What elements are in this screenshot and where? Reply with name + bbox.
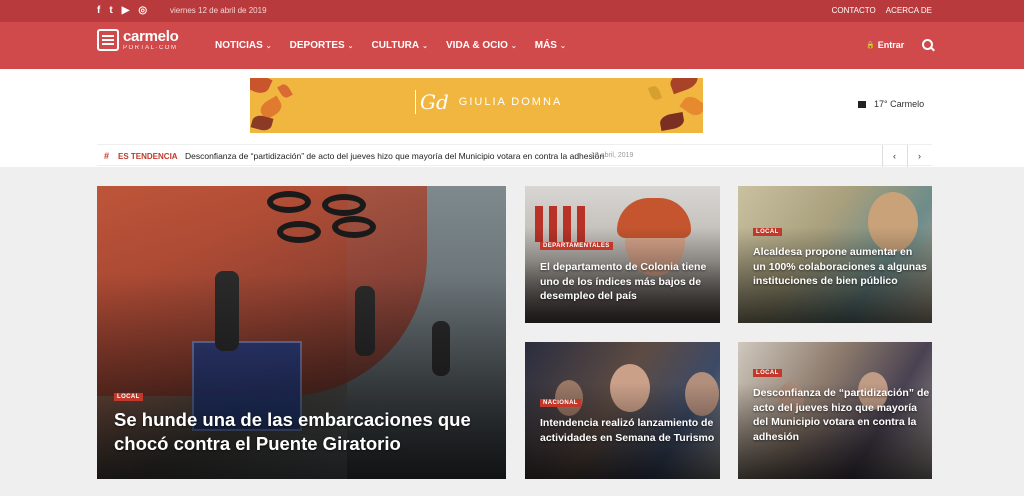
chevron-down-icon: ⌄ (559, 42, 566, 50)
article-image (277, 221, 321, 243)
category-badge[interactable]: LOCAL (114, 393, 143, 401)
trending-ticker: # ES TENDENCIA Desconfianza de “partidiz… (97, 144, 932, 167)
article-title[interactable]: El departamento de Colonia tiene uno de … (540, 260, 712, 304)
article-title[interactable]: Alcaldesa propone aumentar en un 100% co… (753, 245, 928, 289)
article-title[interactable]: Desconfianza de “partidización” de acto … (753, 386, 930, 444)
youtube-icon[interactable]: ▶ (122, 4, 130, 18)
facebook-icon[interactable]: f (97, 4, 100, 18)
top-links: CONTACTO ACERCA DE (832, 6, 932, 15)
leaf-decoration (658, 112, 686, 131)
chevron-down-icon: ⌄ (422, 42, 429, 50)
newspaper-icon (97, 29, 119, 51)
nav-item-mas[interactable]: MÁS ⌄ (535, 40, 566, 51)
twitter-icon[interactable]: t (109, 4, 112, 18)
hash-icon: # (104, 151, 110, 161)
article-card[interactable]: NACIONAL Intendencia realizó lanzamiento… (525, 342, 720, 479)
nav-item-vida-ocio[interactable]: VIDA & OCIO ⌄ (446, 40, 517, 51)
ad-brand-name: GIULIA DOMNA (458, 96, 563, 108)
trending-headline[interactable]: Desconfianza de “partidización” de acto … (185, 151, 604, 161)
current-date: viernes 12 de abril de 2019 (170, 6, 267, 15)
ad-banner[interactable]: Gd GIULIA DOMNA (250, 78, 703, 133)
nav-item-noticias[interactable]: NOTICIAS ⌄ (215, 40, 272, 51)
category-badge[interactable]: LOCAL (753, 369, 782, 377)
search-icon[interactable] (921, 38, 935, 52)
chevron-down-icon: ⌄ (265, 42, 272, 50)
lock-icon: 🔒 (866, 42, 875, 49)
cloud-icon (858, 100, 866, 108)
trending-label: ES TENDENCIA (118, 152, 178, 161)
nav-item-label: MÁS (534, 40, 557, 51)
nav-item-label: VIDA & OCIO (446, 40, 508, 51)
category-badge[interactable]: LOCAL (753, 228, 782, 236)
ad-brand: Gd GIULIA DOMNA (415, 90, 562, 114)
category-badge[interactable]: DEPARTAMENTALES (540, 242, 613, 250)
article-card[interactable]: DEPARTAMENTALES El departamento de Colon… (525, 186, 720, 323)
nav-item-deportes[interactable]: DEPORTES ⌄ (290, 40, 354, 51)
nav-item-cultura[interactable]: CULTURA ⌄ (372, 40, 428, 51)
top-bar: f t ▶ ◎ viernes 12 de abril de 2019 CONT… (0, 0, 1024, 22)
nav-item-label: NOTICIAS (215, 40, 263, 51)
nav-item-label: CULTURA (371, 40, 420, 51)
article-card[interactable]: LOCAL Desconfianza de “partidización” de… (738, 342, 932, 479)
social-links: f t ▶ ◎ (97, 4, 147, 18)
article-title[interactable]: Se hunde una de las embarcaciones que ch… (114, 408, 494, 456)
ticker-next-button[interactable]: › (907, 145, 931, 167)
login-button[interactable]: 🔒 Entrar (866, 40, 904, 50)
leaf-decoration (647, 84, 663, 102)
weather-widget: 17° Carmelo (858, 99, 924, 109)
contact-link[interactable]: CONTACTO (832, 6, 876, 15)
login-label: Entrar (877, 40, 905, 50)
logo-sub-text: PORTAL·COM (123, 45, 178, 51)
logo-text: carmelo PORTAL·COM (123, 28, 179, 51)
site-logo[interactable]: carmelo PORTAL·COM (97, 28, 179, 51)
article-image (322, 194, 366, 216)
article-image (267, 191, 311, 213)
leaf-decoration (667, 78, 701, 95)
leaf-decoration (277, 82, 293, 100)
featured-article-card[interactable]: LOCAL Se hunde una de las embarcaciones … (97, 186, 506, 479)
logo-main-text: carmelo (123, 28, 179, 45)
instagram-icon[interactable]: ◎ (138, 4, 147, 18)
leaf-decoration (250, 78, 273, 97)
about-link[interactable]: ACERCA DE (886, 6, 932, 15)
article-title[interactable]: Intendencia realizó lanzamiento de activ… (540, 416, 715, 445)
ad-monogram: Gd (415, 90, 449, 114)
main-navigation: carmelo PORTAL·COM NOTICIAS ⌄ DEPORTES ⌄… (0, 22, 1024, 69)
chevron-down-icon: ⌄ (510, 42, 517, 50)
chevron-down-icon: ⌄ (347, 42, 354, 50)
nav-item-label: DEPORTES (289, 40, 345, 51)
article-card[interactable]: LOCAL Alcaldesa propone aumentar en un 1… (738, 186, 932, 323)
article-image (332, 216, 376, 238)
ticker-prev-button[interactable]: ‹ (882, 145, 906, 167)
nav-menu: NOTICIAS ⌄ DEPORTES ⌄ CULTURA ⌄ VIDA & O… (215, 40, 566, 51)
category-badge[interactable]: NACIONAL (540, 399, 581, 407)
weather-text: 17° Carmelo (874, 99, 925, 109)
trending-date: 10 abril, 2019 (591, 152, 634, 159)
